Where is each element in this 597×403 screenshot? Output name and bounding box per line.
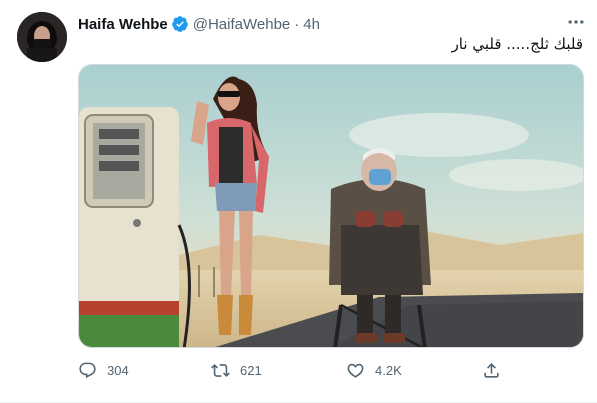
user-handle[interactable]: @HaifaWehbe bbox=[193, 16, 291, 33]
retweet-count: 621 bbox=[240, 362, 262, 378]
reply-button[interactable]: 304 bbox=[78, 358, 129, 382]
like-count: 4.2K bbox=[375, 362, 402, 378]
like-button[interactable]: 4.2K bbox=[346, 358, 402, 382]
reply-icon bbox=[79, 362, 96, 378]
tweet-actions: 304 621 4.2K bbox=[78, 358, 518, 382]
avatar[interactable] bbox=[17, 12, 67, 62]
tweet-header: Haifa Wehbe @HaifaWehbe · 4h bbox=[78, 14, 320, 34]
separator-dot: · bbox=[294, 15, 300, 33]
more-button[interactable] bbox=[563, 12, 589, 32]
timestamp[interactable]: 4h bbox=[303, 16, 320, 33]
verified-badge-icon bbox=[171, 15, 189, 33]
display-name[interactable]: Haifa Wehbe bbox=[78, 16, 168, 33]
tweet-card[interactable]: Haifa Wehbe @HaifaWehbe · 4h قلبك ثلج...… bbox=[0, 0, 597, 403]
share-icon bbox=[484, 362, 499, 378]
more-icon bbox=[568, 20, 584, 24]
tweet-text: قلبك ثلج..... قلبي نار bbox=[451, 35, 583, 53]
retweet-icon bbox=[211, 363, 230, 377]
share-button[interactable] bbox=[482, 358, 501, 382]
retweet-button[interactable]: 621 bbox=[211, 358, 262, 382]
tweet-media-image[interactable] bbox=[78, 64, 584, 348]
reply-count: 304 bbox=[107, 362, 129, 378]
heart-icon bbox=[347, 363, 364, 378]
